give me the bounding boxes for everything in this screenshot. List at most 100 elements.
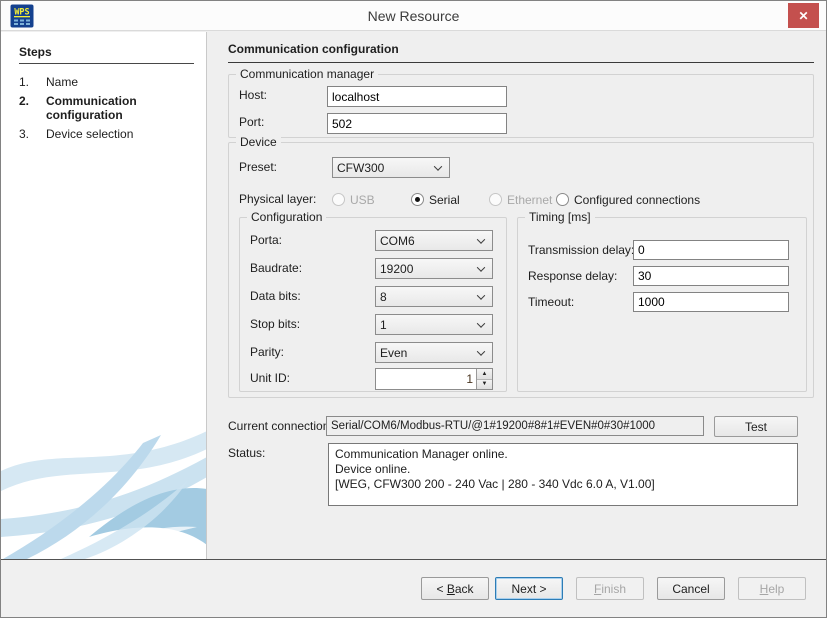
chevron-down-icon bbox=[474, 322, 488, 328]
finish-label-post: inish bbox=[601, 582, 626, 596]
status-line: Device online. bbox=[335, 462, 791, 477]
configuration-group: Configuration Porta: COM6 Baudrate: 1920… bbox=[239, 217, 507, 392]
parity-select[interactable]: Even bbox=[375, 342, 493, 363]
radio-serial[interactable]: Serial bbox=[411, 189, 460, 210]
step-number: 2. bbox=[19, 94, 46, 122]
stop-bits-label: Stop bits: bbox=[250, 314, 300, 335]
baudrate-label: Baudrate: bbox=[250, 258, 302, 279]
help-label-post: elp bbox=[768, 582, 784, 596]
response-delay-input[interactable] bbox=[633, 266, 789, 286]
timeout-label: Timeout: bbox=[528, 292, 574, 313]
close-button[interactable]: ✕ bbox=[788, 3, 819, 28]
baudrate-select[interactable]: 19200 bbox=[375, 258, 493, 279]
step-item-name: 1. Name bbox=[19, 75, 192, 89]
host-label: Host: bbox=[239, 85, 267, 106]
radio-label: Ethernet bbox=[507, 193, 552, 207]
parity-value: Even bbox=[380, 346, 474, 360]
step-number: 1. bbox=[19, 75, 46, 89]
test-button[interactable]: Test bbox=[714, 416, 798, 437]
new-resource-dialog: WPS New Resource ✕ Steps 1. Name 2. Comm… bbox=[0, 0, 827, 618]
group-title: Device bbox=[236, 135, 281, 149]
preset-select[interactable]: CFW300 bbox=[332, 157, 450, 178]
baudrate-value: 19200 bbox=[380, 262, 474, 276]
step-item-communication-configuration: 2. Communication configuration bbox=[19, 94, 192, 122]
radio-label: Serial bbox=[429, 193, 460, 207]
radio-usb: USB bbox=[332, 189, 375, 210]
current-connection-label: Current connection: bbox=[228, 416, 333, 437]
port-input[interactable] bbox=[327, 113, 507, 134]
current-connection-field: Serial/COM6/Modbus-RTU/@1#19200#8#1#EVEN… bbox=[326, 416, 704, 436]
back-label-key: B bbox=[447, 582, 455, 596]
chevron-down-icon bbox=[474, 294, 488, 300]
step-label: Communication configuration bbox=[46, 94, 192, 122]
unit-id-stepper[interactable]: 1 ▲ ▼ bbox=[375, 368, 493, 390]
step-label: Name bbox=[46, 75, 192, 89]
weg-swoosh-watermark bbox=[1, 427, 207, 559]
group-title: Timing [ms] bbox=[525, 210, 595, 224]
page-title: Communication configuration bbox=[228, 42, 814, 63]
transmission-delay-label: Transmission delay: bbox=[528, 240, 634, 261]
spinner-up-icon[interactable]: ▲ bbox=[477, 369, 492, 380]
preset-label: Preset: bbox=[239, 157, 277, 178]
group-title: Configuration bbox=[247, 210, 326, 224]
radio-label: USB bbox=[350, 193, 375, 207]
stop-bits-value: 1 bbox=[380, 318, 474, 332]
chevron-down-icon bbox=[474, 350, 488, 356]
button-bar: < Back Next > Finish Cancel Help bbox=[1, 560, 826, 617]
close-icon: ✕ bbox=[798, 9, 808, 23]
radio-icon bbox=[489, 193, 502, 206]
step-item-device-selection: 3. Device selection bbox=[19, 127, 192, 141]
status-line: Communication Manager online. bbox=[335, 447, 791, 462]
help-button: Help bbox=[738, 577, 806, 600]
finish-button: Finish bbox=[576, 577, 644, 600]
chevron-down-icon bbox=[431, 165, 445, 171]
stop-bits-select[interactable]: 1 bbox=[375, 314, 493, 335]
step-number: 3. bbox=[19, 127, 46, 141]
physical-layer-label: Physical layer: bbox=[239, 189, 316, 210]
data-bits-select[interactable]: 8 bbox=[375, 286, 493, 307]
parity-label: Parity: bbox=[250, 342, 284, 363]
porta-value: COM6 bbox=[380, 234, 474, 248]
timeout-input[interactable] bbox=[633, 292, 789, 312]
cancel-button[interactable]: Cancel bbox=[657, 577, 725, 600]
radio-configured-connections[interactable]: Configured connections bbox=[556, 189, 700, 210]
radio-icon bbox=[332, 193, 345, 206]
window-title: New Resource bbox=[1, 1, 826, 31]
radio-icon bbox=[556, 193, 569, 206]
back-button[interactable]: < Back bbox=[421, 577, 489, 600]
communication-manager-group: Communication manager Host: Port: bbox=[228, 74, 814, 138]
group-title: Communication manager bbox=[236, 67, 378, 81]
device-group: Device Preset: CFW300 Physical layer: US… bbox=[228, 142, 814, 398]
status-line: [WEG, CFW300 200 - 240 Vac | 280 - 340 V… bbox=[335, 477, 791, 492]
porta-select[interactable]: COM6 bbox=[375, 230, 493, 251]
spinner-down-icon[interactable]: ▼ bbox=[477, 380, 492, 390]
unit-id-label: Unit ID: bbox=[250, 368, 290, 389]
preset-value: CFW300 bbox=[337, 161, 431, 175]
timing-group: Timing [ms] Transmission delay: Response… bbox=[517, 217, 807, 392]
transmission-delay-input[interactable] bbox=[633, 240, 789, 260]
steps-sidebar: Steps 1. Name 2. Communication configura… bbox=[1, 32, 207, 559]
port-label: Port: bbox=[239, 112, 264, 133]
title-bar: WPS New Resource ✕ bbox=[1, 1, 826, 31]
radio-ethernet: Ethernet bbox=[489, 189, 552, 210]
back-label-pre: < bbox=[436, 582, 446, 596]
steps-heading: Steps bbox=[19, 45, 194, 64]
chevron-down-icon bbox=[474, 266, 488, 272]
chevron-down-icon bbox=[474, 238, 488, 244]
back-label-post: ack bbox=[455, 582, 474, 596]
unit-id-value: 1 bbox=[376, 369, 476, 389]
spinner-buttons: ▲ ▼ bbox=[476, 369, 492, 389]
next-button[interactable]: Next > bbox=[495, 577, 563, 600]
data-bits-value: 8 bbox=[380, 290, 474, 304]
wizard-content-panel: Communication configuration Communicatio… bbox=[208, 32, 826, 559]
data-bits-label: Data bits: bbox=[250, 286, 301, 307]
radio-label: Configured connections bbox=[574, 193, 700, 207]
response-delay-label: Response delay: bbox=[528, 266, 617, 287]
host-input[interactable] bbox=[327, 86, 507, 107]
step-label: Device selection bbox=[46, 127, 192, 141]
current-connection-value: Serial/COM6/Modbus-RTU/@1#19200#8#1#EVEN… bbox=[331, 420, 655, 432]
status-textarea[interactable]: Communication Manager online. Device onl… bbox=[328, 443, 798, 506]
porta-label: Porta: bbox=[250, 230, 282, 251]
status-label: Status: bbox=[228, 443, 265, 464]
steps-list: 1. Name 2. Communication configuration 3… bbox=[19, 75, 192, 141]
